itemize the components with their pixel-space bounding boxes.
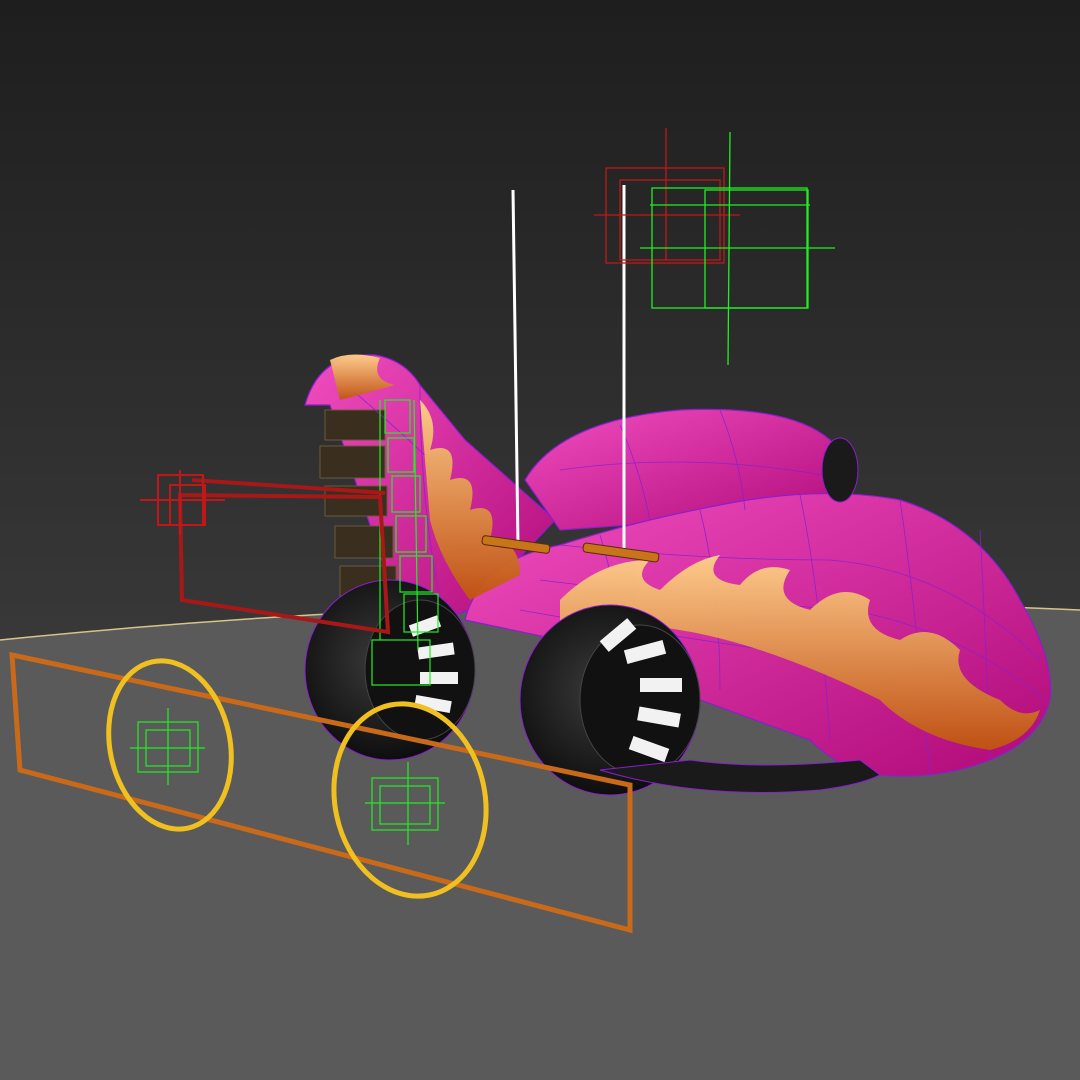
side-intake — [821, 437, 859, 503]
viewport-scene[interactable] — [0, 0, 1080, 1080]
3d-viewport[interactable] — [0, 0, 1080, 1080]
